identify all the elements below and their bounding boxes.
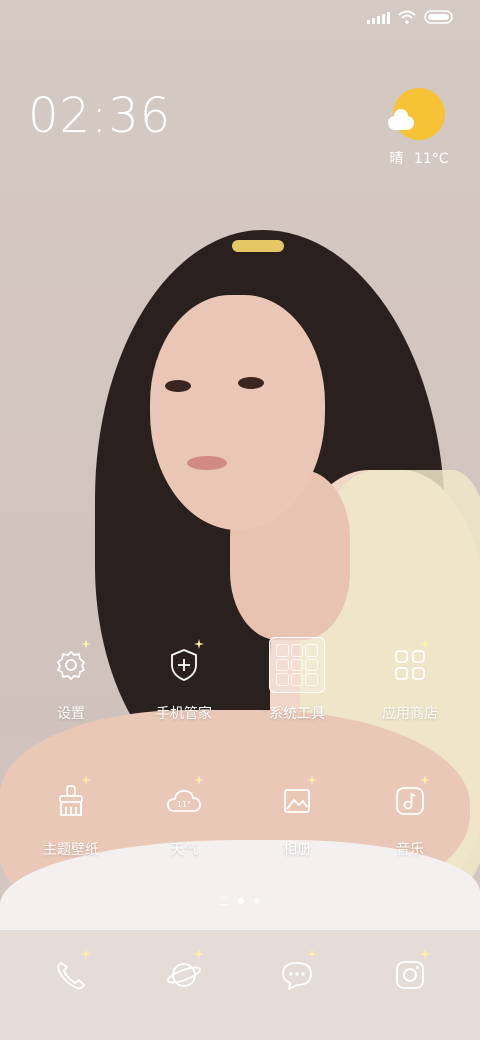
dock-browser[interactable] xyxy=(132,947,236,1003)
dock-messages[interactable] xyxy=(245,947,349,1003)
signal-icon xyxy=(367,10,390,24)
app-music[interactable]: 音乐 xyxy=(358,773,462,859)
battery-icon xyxy=(424,10,454,24)
app-label: 设置 xyxy=(57,706,85,722)
app-weather[interactable]: 11° 天气 xyxy=(132,773,236,859)
app-label: 应用商店 xyxy=(382,706,438,722)
wallpaper-eye xyxy=(238,377,264,389)
app-label: 系统工具 xyxy=(269,706,325,722)
phone-icon xyxy=(43,947,99,1003)
wifi-icon xyxy=(398,10,416,24)
wallpaper-face xyxy=(150,295,325,530)
app-gallery[interactable]: 相册 xyxy=(245,773,349,859)
camera-icon xyxy=(382,947,438,1003)
clock-widget[interactable]: 02:36 xyxy=(28,88,171,144)
app-folder-system-tools[interactable]: 系统工具 xyxy=(245,637,349,723)
status-bar xyxy=(367,10,454,24)
wallpaper-lips xyxy=(187,456,227,470)
app-label: 天气 xyxy=(170,842,198,858)
weather-condition: 晴 xyxy=(389,151,404,167)
app-themes[interactable]: 主题壁纸 xyxy=(19,773,123,859)
gallery-icon xyxy=(269,773,325,829)
browser-planet-icon xyxy=(156,947,212,1003)
shield-plus-icon xyxy=(156,637,212,693)
cloud-weather-icon: 11° xyxy=(156,773,212,829)
brush-icon xyxy=(43,773,99,829)
weather-widget[interactable]: 晴 11°C xyxy=(388,88,450,168)
weather-icon-text: 11° xyxy=(177,800,191,809)
weather-temperature: 11°C xyxy=(413,151,449,167)
folder-icon xyxy=(269,637,325,693)
app-grid-icon xyxy=(382,637,438,693)
app-label: 音乐 xyxy=(396,842,424,858)
app-label: 相册 xyxy=(283,842,311,858)
sun-cloud-icon xyxy=(388,88,445,140)
app-label: 主题壁纸 xyxy=(43,842,99,858)
page-indicator xyxy=(0,897,480,905)
app-settings[interactable]: 设置 xyxy=(19,637,123,723)
page-indicator-menu[interactable] xyxy=(220,897,228,905)
wallpaper-hairclip xyxy=(232,240,284,252)
dock-camera[interactable] xyxy=(358,947,462,1003)
weather-text: 晴 11°C xyxy=(388,148,450,168)
music-note-icon xyxy=(382,773,438,829)
message-bubble-icon xyxy=(269,947,325,1003)
app-phone-manager[interactable]: 手机管家 xyxy=(132,637,236,723)
app-label: 手机管家 xyxy=(156,706,212,722)
gear-icon xyxy=(43,637,99,693)
page-dot[interactable] xyxy=(254,898,260,904)
page-dot-active[interactable] xyxy=(238,898,244,904)
wallpaper-eye xyxy=(165,380,191,392)
app-store[interactable]: 应用商店 xyxy=(358,637,462,723)
dock-phone[interactable] xyxy=(19,947,123,1003)
